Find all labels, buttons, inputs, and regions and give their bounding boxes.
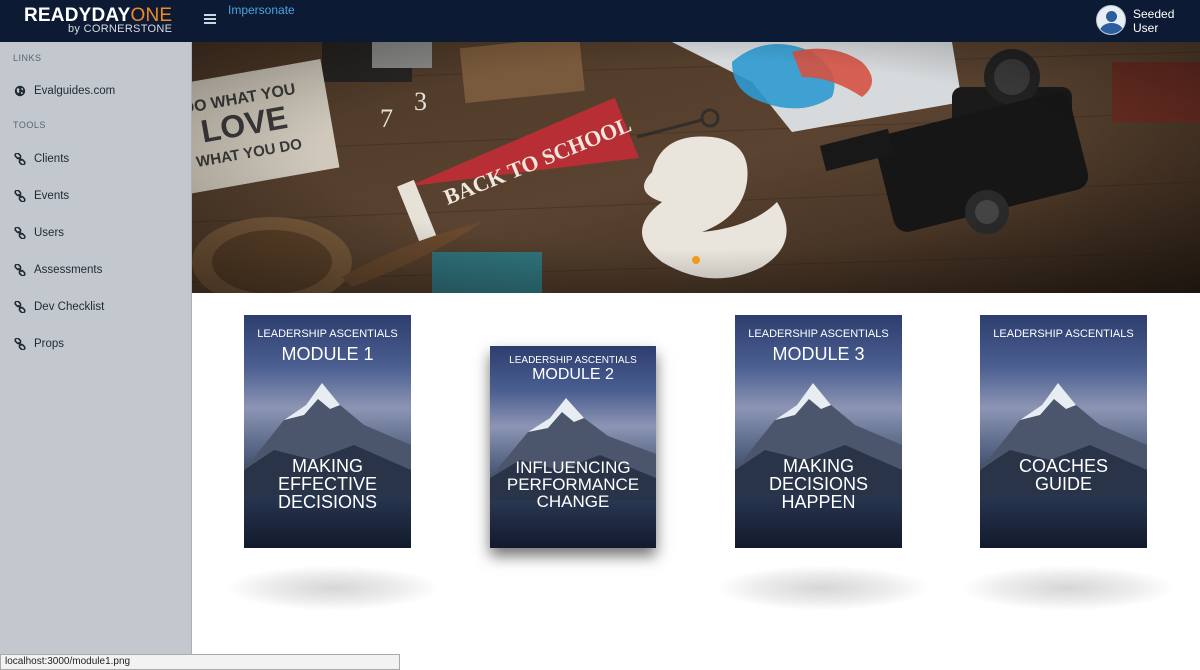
sidebar-item-label: Users: [34, 227, 65, 239]
book-shadow: [228, 566, 438, 610]
top-navbar: READYDAYONE by CORNERSTONE Impersonate S…: [0, 0, 1200, 42]
sidebar-section-links: LINKS: [13, 53, 42, 63]
sidebar-item-label: Props: [34, 338, 65, 350]
book-module: MODULE 2: [532, 366, 614, 383]
sidebar-item-clients[interactable]: Clients: [14, 150, 69, 168]
book-module: MODULE 3: [772, 344, 865, 364]
module-3-book[interactable]: LEADERSHIP ASCENTIALS MODULE 3 MAKING DE…: [735, 315, 902, 548]
carousel-indicator-dot[interactable]: [692, 256, 700, 264]
book-title-line: MAKING: [782, 456, 854, 476]
sidebar-item-users[interactable]: Users: [14, 224, 64, 242]
sidebar-item-evalguides[interactable]: Evalguides.com: [14, 82, 115, 100]
book-title-line: HAPPEN: [781, 492, 856, 512]
book-title: COACHES GUIDE: [980, 457, 1147, 493]
sidebar-item-dev-checklist[interactable]: Dev Checklist: [14, 298, 104, 316]
book-title: INFLUENCING PERFORMANCE CHANGE: [490, 459, 656, 510]
sidebar-item-props[interactable]: Props: [14, 335, 64, 353]
book-series: LEADERSHIP ASCENTIALS: [257, 328, 398, 340]
book-shadow: [963, 566, 1173, 610]
sidebar-item-label: Events: [34, 190, 70, 202]
sidebar: LINKS Evalguides.com TOOLS Clients Event…: [0, 42, 192, 670]
hamburger-menu-icon[interactable]: [204, 14, 216, 24]
sidebar-item-label: Evalguides.com: [34, 85, 116, 97]
book-title: MAKING DECISIONS HAPPEN: [735, 457, 902, 511]
coaches-guide-book[interactable]: LEADERSHIP ASCENTIALS COACHES GUIDE: [980, 315, 1147, 548]
sidebar-section-tools: TOOLS: [13, 120, 46, 130]
book-title-line: PERFORMANCE: [506, 475, 640, 494]
book-title-line: DECISIONS: [768, 474, 869, 494]
link-icon: [14, 338, 26, 350]
book-title-line: CHANGE: [536, 492, 610, 511]
book-title-line: INFLUENCING: [515, 458, 631, 477]
book-title-line: DECISIONS: [277, 492, 378, 512]
app-logo[interactable]: READYDAYONE by CORNERSTONE: [24, 6, 172, 35]
book-module: MODULE 1: [281, 344, 374, 364]
book-shadow: [718, 566, 928, 610]
book-title-line: COACHES: [1018, 456, 1108, 476]
book-series: LEADERSHIP ASCENTIALS: [993, 328, 1134, 340]
link-icon: [14, 301, 26, 313]
link-icon: [14, 264, 26, 276]
browser-status-bar: localhost:3000/module1.png: [0, 654, 400, 670]
avatar[interactable]: [1096, 5, 1126, 35]
link-icon: [14, 153, 26, 165]
module-2-book[interactable]: LEADERSHIP ASCENTIALS MODULE 2 INFLUENCI…: [490, 346, 656, 548]
sidebar-item-assessments[interactable]: Assessments: [14, 261, 102, 279]
module-1-book[interactable]: LEADERSHIP ASCENTIALS MODULE 1 MAKING EF…: [244, 315, 411, 548]
book-title-line: EFFECTIVE: [277, 474, 377, 494]
hero-banner: DO WHAT YOU LOVE WHAT YOU DO 7 3 BACK TO…: [192, 42, 1200, 293]
link-icon: [14, 190, 26, 202]
book-title-line: MAKING: [291, 456, 363, 476]
book-title: MAKING EFFECTIVE DECISIONS: [244, 457, 411, 511]
book-title-line: GUIDE: [1034, 474, 1092, 494]
link-icon: [14, 227, 26, 239]
sidebar-item-label: Clients: [34, 153, 70, 165]
globe-icon: [14, 85, 26, 97]
sidebar-item-label: Assessments: [34, 264, 103, 276]
sidebar-item-events[interactable]: Events: [14, 187, 69, 205]
sidebar-item-label: Dev Checklist: [34, 301, 105, 313]
impersonate-link[interactable]: Impersonate: [228, 3, 295, 17]
user-name[interactable]: Seeded User: [1133, 7, 1200, 35]
book-series: LEADERSHIP ASCENTIALS: [509, 355, 637, 366]
book-series: LEADERSHIP ASCENTIALS: [748, 328, 889, 340]
